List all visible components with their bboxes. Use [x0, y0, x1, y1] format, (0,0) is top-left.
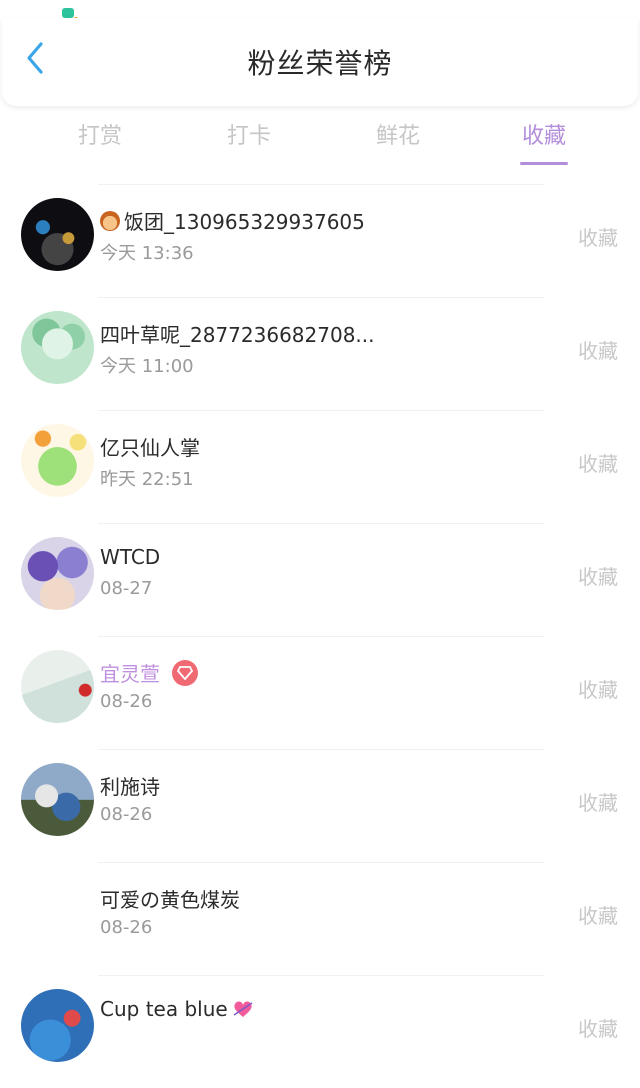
timestamp: 昨天 22:51	[100, 469, 194, 490]
fan-name-text: 宜灵萱	[100, 662, 160, 686]
heart-emoji-icon	[233, 1001, 253, 1017]
tab-flowers[interactable]: 鲜花	[372, 118, 424, 150]
tab-checkin[interactable]: 打卡	[223, 118, 275, 150]
fan-list: 饭团_130965329937605 今天 13:36 收藏 四叶草呢_2877…	[0, 184, 640, 1088]
tab-reward[interactable]: 打赏	[74, 118, 126, 150]
timestamp: 今天 11:00	[100, 356, 194, 377]
notification-icon	[62, 8, 78, 21]
action-label: 收藏	[578, 565, 618, 589]
action-label: 收藏	[578, 791, 618, 815]
avatar[interactable]	[21, 763, 94, 836]
divider	[98, 975, 544, 976]
list-item[interactable]: 四叶草呢_2877236682708... 今天 11:00 收藏	[0, 297, 640, 410]
timestamp: 08-26	[100, 691, 153, 712]
timestamp: 今天 13:36	[100, 243, 194, 264]
action-label: 收藏	[578, 226, 618, 250]
divider	[98, 410, 544, 411]
action-label: 收藏	[578, 339, 618, 363]
fan-name[interactable]: 亿只仙人掌	[100, 432, 200, 461]
avatar[interactable]	[21, 989, 94, 1062]
divider	[98, 523, 544, 524]
divider	[98, 636, 544, 637]
tab-favorites-label: 收藏	[521, 124, 566, 149]
fan-name[interactable]: Cup tea blue	[100, 997, 254, 1021]
timestamp: 08-26	[100, 917, 153, 938]
active-tab-indicator	[520, 162, 568, 165]
divider	[98, 749, 544, 750]
list-item[interactable]: 宜灵萱 08-26 收藏	[0, 636, 640, 749]
action-label: 收藏	[578, 1017, 618, 1041]
avatar[interactable]	[21, 537, 94, 610]
list-item[interactable]: 可爱の黄色煤炭 08-26 收藏	[0, 862, 640, 975]
divider	[98, 862, 544, 863]
action-label: 收藏	[578, 678, 618, 702]
timestamp: 08-27	[100, 578, 153, 599]
monkey-emoji-icon	[100, 210, 120, 231]
action-label: 收藏	[578, 452, 618, 476]
fan-name[interactable]: 四叶草呢_2877236682708...	[100, 319, 375, 348]
fan-name[interactable]: WTCD	[100, 545, 160, 569]
timestamp: 08-26	[100, 804, 153, 825]
list-item[interactable]: 亿只仙人掌 昨天 22:51 收藏	[0, 410, 640, 523]
fan-name[interactable]: 可爱の黄色煤炭	[100, 884, 240, 913]
page-title: 粉丝荣誉榜	[247, 47, 393, 80]
fan-name-text: 饭团_130965329937605	[124, 210, 365, 234]
list-item[interactable]: 饭团_130965329937605 今天 13:36 收藏	[0, 184, 640, 297]
avatar[interactable]	[21, 311, 94, 384]
fan-name[interactable]: 饭团_130965329937605	[100, 206, 365, 235]
diamond-badge-icon	[172, 659, 198, 686]
avatar[interactable]	[21, 424, 94, 497]
list-item[interactable]: Cup tea blue 收藏	[0, 975, 640, 1088]
divider	[98, 297, 544, 298]
tab-bar: 打赏 打卡 鲜花 收藏	[20, 118, 640, 168]
fan-name[interactable]: 利施诗	[100, 771, 160, 800]
tab-favorites[interactable]: 收藏	[520, 118, 568, 165]
list-item[interactable]: WTCD 08-27 收藏	[0, 523, 640, 636]
action-label: 收藏	[578, 904, 618, 928]
avatar[interactable]	[21, 650, 94, 723]
divider	[98, 184, 544, 185]
list-item[interactable]: 利施诗 08-26 收藏	[0, 749, 640, 862]
fan-name[interactable]: 宜灵萱	[100, 658, 198, 687]
avatar[interactable]	[21, 198, 94, 271]
fan-name-text: Cup tea blue	[100, 997, 228, 1021]
avatar[interactable]	[21, 876, 94, 949]
